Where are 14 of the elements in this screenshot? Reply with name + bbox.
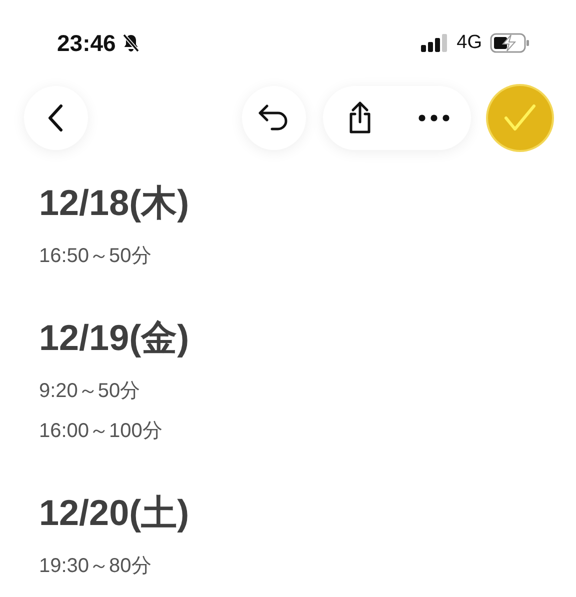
- time-slot: 16:00～100分: [39, 411, 576, 451]
- more-icon: [418, 114, 450, 122]
- status-time: 23:46: [57, 30, 116, 56]
- network-label: 4G: [456, 32, 482, 54]
- signal-icon: [420, 34, 449, 52]
- date-heading: 12/19(金): [39, 316, 190, 360]
- date-heading: 12/18(木): [39, 181, 190, 225]
- checkmark-icon: [503, 103, 537, 133]
- muted-bell-icon: [122, 33, 140, 53]
- time-slot: 19:30～80分: [39, 546, 576, 586]
- time-slot: 9:20～50分: [39, 371, 576, 411]
- charging-battery-icon: [490, 33, 530, 53]
- time-slot: 16:50～50分: [39, 236, 576, 276]
- date-heading: 12/20(土): [39, 491, 190, 535]
